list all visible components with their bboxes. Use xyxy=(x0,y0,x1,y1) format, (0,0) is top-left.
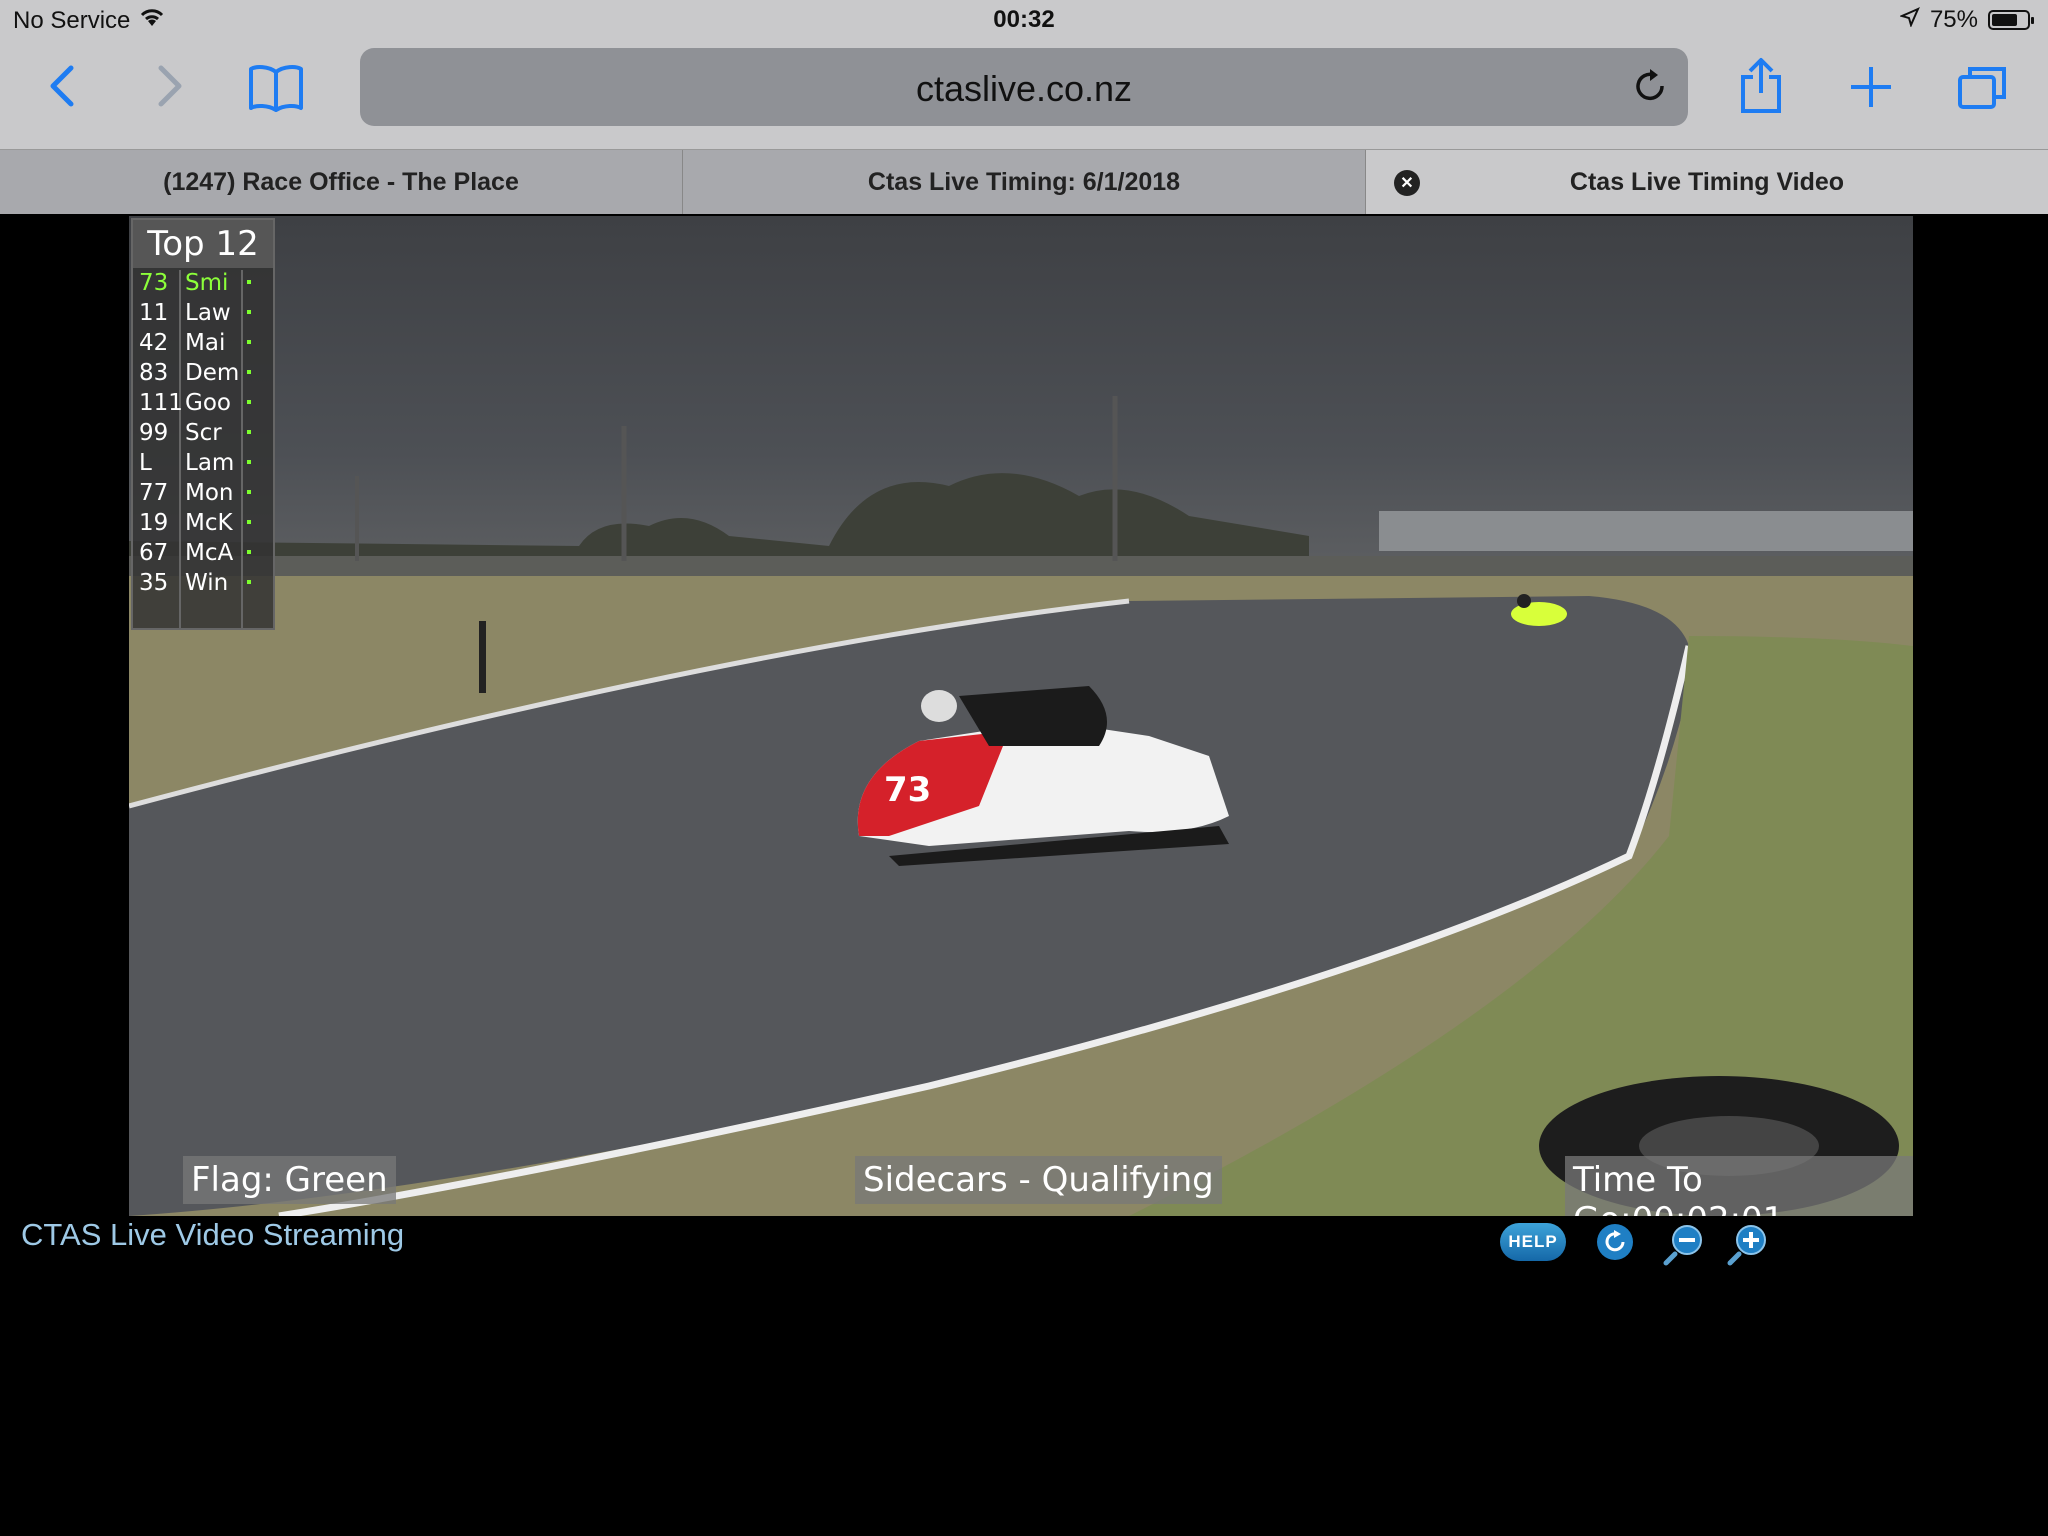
top12-leaderboard: Top 12 73 Smi 11 Law 42 Mai 83 Dem 111 Goo 99… xyxy=(131,218,275,630)
top12-title: Top 12 xyxy=(133,220,273,268)
tab-live-timing-video[interactable]: ✕ Ctas Live Timing Video xyxy=(1366,150,2048,214)
leaderboard-row: 19 McK xyxy=(133,508,273,538)
leaderboard-row: 99 Scr xyxy=(133,418,273,448)
leaderboard-row: 73 Smi xyxy=(133,268,273,298)
refresh-icon[interactable] xyxy=(1595,1222,1635,1262)
sidecar-number: 73 xyxy=(884,770,931,810)
tab-label: Ctas Live Timing Video xyxy=(1569,167,1845,196)
row-number: 67 xyxy=(139,540,169,566)
status-time: 00:32 xyxy=(993,6,1055,33)
status-dot xyxy=(247,520,251,524)
row-name: Scr xyxy=(185,420,222,446)
row-name: Lam xyxy=(185,450,235,476)
row-name: McK xyxy=(185,510,233,536)
row-name: Smi xyxy=(185,270,229,296)
row-number: 42 xyxy=(139,330,169,356)
new-tab-icon[interactable] xyxy=(1846,62,1896,112)
flag-status: Flag: Green xyxy=(183,1156,396,1204)
tree-line xyxy=(129,473,1309,561)
status-bar: No Service 00:32 75% xyxy=(0,0,2048,42)
status-dot xyxy=(247,550,251,554)
row-name: Win xyxy=(185,570,229,596)
leaderboard-row: 11 Law xyxy=(133,298,273,328)
url-text: ctaslive.co.nz xyxy=(915,68,1133,109)
status-dot xyxy=(247,460,251,464)
share-icon[interactable] xyxy=(1736,56,1786,116)
status-dot xyxy=(247,580,251,584)
tab-label: Ctas Live Timing: 6/1/2018 xyxy=(867,167,1181,196)
row-number: 11 xyxy=(139,300,169,326)
zoom-in-icon[interactable] xyxy=(1727,1222,1767,1266)
tab-bar: (1247) Race Office - The Place Ctas Live… xyxy=(0,149,2048,214)
row-name: Law xyxy=(185,300,231,326)
row-number: 19 xyxy=(139,510,169,536)
leaderboard-row: 42 Mai xyxy=(133,328,273,358)
location-arrow-icon xyxy=(1899,6,1920,34)
leaderboard-row: 83 Dem xyxy=(133,358,273,388)
row-name: Mon xyxy=(185,480,234,506)
status-dot xyxy=(247,340,251,344)
row-name: Dem xyxy=(185,360,240,386)
grandstand xyxy=(1379,511,1913,551)
row-number: 77 xyxy=(139,480,169,506)
status-dot xyxy=(247,430,251,434)
session-name: Sidecars - Qualifying xyxy=(855,1156,1222,1204)
leaderboard-row: 111 Goo xyxy=(133,388,273,418)
reload-icon[interactable] xyxy=(1630,66,1670,106)
address-bar[interactable]: ctaslive.co.nz xyxy=(360,48,1688,126)
browser-toolbar: ctaslive.co.nz xyxy=(0,42,2048,149)
status-dot xyxy=(247,490,251,494)
tabs-icon[interactable] xyxy=(1954,62,2010,112)
row-number: L xyxy=(139,450,152,476)
row-number: 35 xyxy=(139,570,169,596)
tab-race-office[interactable]: (1247) Race Office - The Place xyxy=(0,150,683,214)
battery-icon xyxy=(1988,10,2034,30)
battery-percent: 75% xyxy=(1929,6,1978,33)
row-name: Goo xyxy=(185,390,231,416)
row-number: 111 xyxy=(139,390,183,416)
status-dot xyxy=(247,280,251,284)
row-number: 73 xyxy=(139,270,169,296)
help-button[interactable]: HELP xyxy=(1500,1223,1566,1261)
leaderboard-row: 67 McA xyxy=(133,538,273,568)
leaderboard-row: 77 Mon xyxy=(133,478,273,508)
status-dot xyxy=(247,400,251,404)
status-dot xyxy=(247,310,251,314)
tab-live-timing[interactable]: Ctas Live Timing: 6/1/2018 xyxy=(683,150,1366,214)
row-name: McA xyxy=(185,540,234,566)
row-number: 99 xyxy=(139,420,169,446)
leaderboard-row: 35 Win xyxy=(133,568,273,598)
page-caption: CTAS Live Video Streaming xyxy=(21,1217,405,1252)
tab-label: (1247) Race Office - The Place xyxy=(163,167,519,196)
leaderboard-row: L Lam xyxy=(133,448,273,478)
row-name: Mai xyxy=(185,330,226,356)
battery-fill xyxy=(1992,14,2017,26)
zoom-out-icon[interactable] xyxy=(1663,1222,1703,1266)
bookmarks-icon[interactable] xyxy=(246,60,306,114)
marker-post xyxy=(479,621,486,693)
forward-icon[interactable] xyxy=(148,64,192,108)
close-tab-icon[interactable]: ✕ xyxy=(1394,170,1420,196)
video-player[interactable]: 73 Top 12 73 Smi 11 Law 42 Mai 83 Dem 111 Goo… xyxy=(129,216,1913,1216)
status-dot xyxy=(247,370,251,374)
back-icon[interactable] xyxy=(40,64,84,108)
time-to-go: Time To Go:00:02:01 xyxy=(1565,1156,1913,1216)
video-scene: 73 xyxy=(129,396,1913,1216)
row-number: 83 xyxy=(139,360,169,386)
